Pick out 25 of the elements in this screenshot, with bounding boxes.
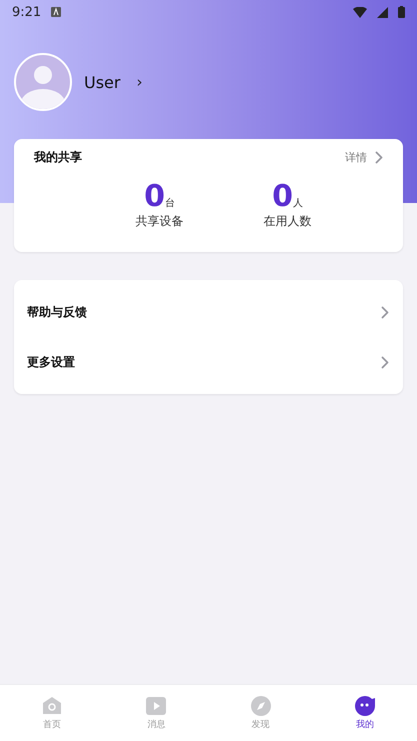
signal-icon (377, 6, 388, 18)
compass-icon (250, 696, 271, 716)
stat-label: 在用人数 (264, 213, 312, 230)
stat-value: 0 (144, 181, 165, 213)
chevron-icon (375, 150, 383, 164)
stat-unit: 台 (164, 196, 175, 210)
notification-icon (51, 7, 62, 17)
battery-icon (398, 6, 405, 18)
home-icon (42, 696, 62, 716)
chevron-glyph: › (136, 73, 142, 91)
menu-item[interactable]: 帮助与反馈 (14, 287, 403, 337)
user-name[interactable]: User (84, 72, 120, 92)
stat-unit: 人 (292, 197, 303, 210)
menu-item[interactable]: 更多设置 (14, 337, 403, 387)
card-title: 我的共享 (34, 148, 83, 166)
status-time: 9:21 (12, 4, 42, 20)
stat-label: 共享设备 (136, 213, 184, 230)
play-icon (146, 696, 166, 716)
chevron-icon (381, 306, 389, 318)
stat-value: 0 (272, 181, 293, 213)
chevron-icon (381, 356, 389, 368)
wifi-icon (353, 6, 367, 18)
details-link[interactable]: 详情 (345, 150, 383, 164)
face-icon (354, 696, 376, 716)
nav-tab[interactable]: 我的 (312, 685, 417, 741)
